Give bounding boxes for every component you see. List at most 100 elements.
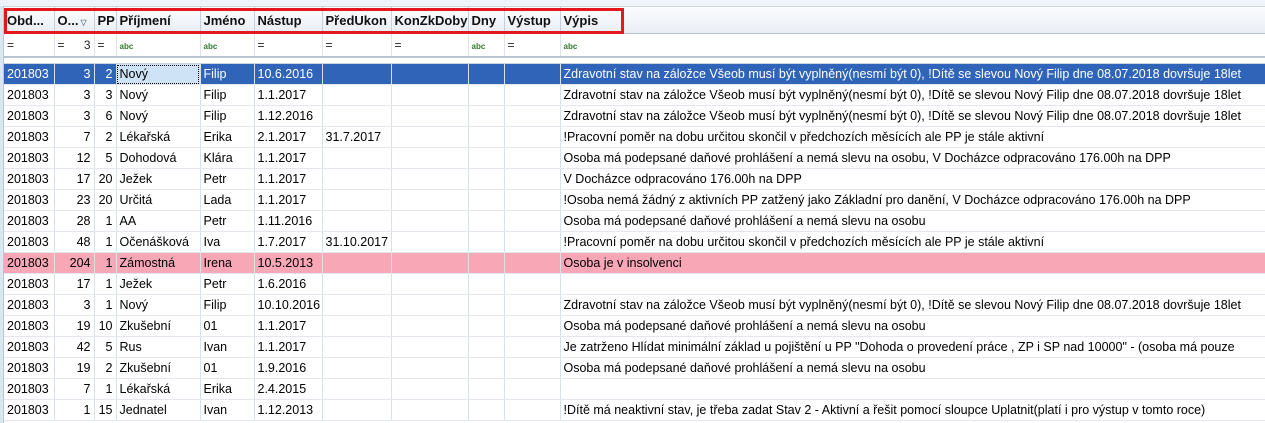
col-header-pp[interactable]: PP bbox=[94, 7, 117, 34]
col-header-nastup[interactable]: Nástup bbox=[254, 7, 323, 34]
cell-jmeno[interactable]: Petr bbox=[200, 168, 255, 190]
cell-osobni-cislo[interactable]: 48 bbox=[54, 231, 95, 253]
cell-osobni-cislo[interactable]: 7 bbox=[54, 126, 95, 148]
cell-dny[interactable] bbox=[468, 399, 505, 421]
table-row[interactable]: 201803 23 20 Určitá Lada 1.1.2017 !Osoba nemá … bbox=[4, 189, 1265, 211]
cell-predukon[interactable] bbox=[322, 336, 392, 358]
cell-pp[interactable]: 1 bbox=[94, 294, 117, 316]
cell-predukon[interactable] bbox=[322, 168, 392, 190]
cell-pp[interactable]: 1 bbox=[94, 252, 117, 274]
cell-osobni-cislo[interactable]: 3 bbox=[54, 84, 95, 106]
cell-konzkdoby[interactable] bbox=[391, 147, 469, 169]
cell-predukon[interactable] bbox=[322, 315, 392, 337]
cell-prijmeni[interactable]: Nový bbox=[116, 63, 201, 85]
cell-pp[interactable]: 10 bbox=[94, 315, 117, 337]
cell-obdobi[interactable]: 201803 bbox=[4, 336, 55, 358]
table-row[interactable]: 201803 19 10 Zkušební 01 1.1.2017 Osoba má pod… bbox=[4, 315, 1265, 337]
cell-nastup[interactable]: 1.7.2017 bbox=[254, 231, 323, 253]
cell-pp[interactable]: 2 bbox=[94, 126, 117, 148]
col-header-osobni-cislo[interactable]: O... ▽ bbox=[54, 7, 95, 34]
cell-jmeno[interactable]: Filip bbox=[200, 294, 255, 316]
table-row[interactable]: 201803 28 1 AA Petr 1.11.2016 Osoba má podepsa… bbox=[4, 210, 1265, 232]
cell-vypis[interactable] bbox=[560, 378, 1265, 400]
cell-obdobi[interactable]: 201803 bbox=[4, 252, 55, 274]
cell-obdobi[interactable]: 201803 bbox=[4, 294, 55, 316]
cell-prijmeni[interactable]: Rus bbox=[116, 336, 201, 358]
cell-dny[interactable] bbox=[468, 252, 505, 274]
cell-pp[interactable]: 15 bbox=[94, 399, 117, 421]
cell-konzkdoby[interactable] bbox=[391, 231, 469, 253]
cell-obdobi[interactable]: 201803 bbox=[4, 63, 55, 85]
cell-jmeno[interactable]: Petr bbox=[200, 273, 255, 295]
cell-vystup[interactable] bbox=[504, 336, 561, 358]
cell-konzkdoby[interactable] bbox=[391, 336, 469, 358]
cell-vystup[interactable] bbox=[504, 378, 561, 400]
cell-predukon[interactable] bbox=[322, 357, 392, 379]
cell-jmeno[interactable]: Ivan bbox=[200, 399, 255, 421]
cell-pp[interactable]: 2 bbox=[94, 63, 117, 85]
cell-osobni-cislo[interactable]: 42 bbox=[54, 336, 95, 358]
cell-dny[interactable] bbox=[468, 231, 505, 253]
cell-prijmeni[interactable]: Určitá bbox=[116, 189, 201, 211]
cell-predukon[interactable] bbox=[322, 147, 392, 169]
cell-pp[interactable]: 20 bbox=[94, 189, 117, 211]
cell-osobni-cislo[interactable]: 17 bbox=[54, 168, 95, 190]
cell-konzkdoby[interactable] bbox=[391, 126, 469, 148]
cell-vypis[interactable]: !Osoba nemá žádný z aktivních PP zatžený… bbox=[560, 189, 1265, 211]
cell-vystup[interactable] bbox=[504, 315, 561, 337]
cell-obdobi[interactable]: 201803 bbox=[4, 126, 55, 148]
cell-nastup[interactable]: 1.1.2017 bbox=[254, 147, 323, 169]
cell-vypis[interactable]: Osoba má podepsané daňové prohlášení a n… bbox=[560, 147, 1265, 169]
cell-osobni-cislo[interactable]: 7 bbox=[54, 378, 95, 400]
cell-konzkdoby[interactable] bbox=[391, 315, 469, 337]
cell-nastup[interactable]: 1.1.2017 bbox=[254, 315, 323, 337]
cell-vypis[interactable]: !Pracovní poměr na dobu určitou skončil … bbox=[560, 231, 1265, 253]
cell-nastup[interactable]: 10.6.2016 bbox=[254, 63, 323, 85]
cell-predukon[interactable] bbox=[322, 63, 392, 85]
cell-nastup[interactable]: 1.6.2016 bbox=[254, 273, 323, 295]
cell-prijmeni[interactable]: Ježek bbox=[116, 273, 201, 295]
cell-obdobi[interactable]: 201803 bbox=[4, 168, 55, 190]
cell-predukon[interactable]: 31.10.2017 bbox=[322, 231, 392, 253]
cell-obdobi[interactable]: 201803 bbox=[4, 399, 55, 421]
cell-pp[interactable]: 3 bbox=[94, 84, 117, 106]
cell-vypis[interactable]: Zdravotní stav na záložce Všeob musí být… bbox=[560, 294, 1265, 316]
table-row[interactable]: 201803 3 3 Nový Filip 1.1.2017 Zdravotní stav … bbox=[4, 84, 1265, 106]
cell-vypis[interactable]: Zdravotní stav na záložce Všeob musí být… bbox=[560, 63, 1265, 85]
cell-jmeno[interactable]: Lada bbox=[200, 189, 255, 211]
filter-cell[interactable]: = 3 bbox=[54, 33, 95, 58]
cell-konzkdoby[interactable] bbox=[391, 252, 469, 274]
filter-cell[interactable]: abc bbox=[468, 33, 505, 58]
cell-osobni-cislo[interactable]: 3 bbox=[54, 294, 95, 316]
filter-cell[interactable]: abc bbox=[200, 33, 255, 58]
cell-vystup[interactable] bbox=[504, 231, 561, 253]
cell-nastup[interactable]: 1.11.2016 bbox=[254, 210, 323, 232]
table-row[interactable]: 201803 17 1 Ježek Petr 1.6.2016 bbox=[4, 273, 1265, 295]
cell-nastup[interactable]: 1.12.2013 bbox=[254, 399, 323, 421]
cell-dny[interactable] bbox=[468, 84, 505, 106]
cell-jmeno[interactable]: Filip bbox=[200, 63, 255, 85]
filter-cell[interactable]: = bbox=[254, 33, 323, 58]
cell-vypis[interactable]: V Docházce odpracováno 176.00h na DPP bbox=[560, 168, 1265, 190]
cell-vypis[interactable]: !Pracovní poměr na dobu určitou skončil … bbox=[560, 126, 1265, 148]
cell-predukon[interactable] bbox=[322, 273, 392, 295]
table-row[interactable]: 201803 19 2 Zkušební 01 1.9.2016 Osoba má pode… bbox=[4, 357, 1265, 379]
cell-dny[interactable] bbox=[468, 357, 505, 379]
filter-cell[interactable]: = bbox=[504, 33, 561, 58]
cell-prijmeni[interactable]: Nový bbox=[116, 84, 201, 106]
cell-dny[interactable] bbox=[468, 105, 505, 127]
col-header-konzkdoby[interactable]: KonZkDoby bbox=[391, 7, 469, 34]
cell-nastup[interactable]: 1.1.2017 bbox=[254, 189, 323, 211]
cell-konzkdoby[interactable] bbox=[391, 294, 469, 316]
cell-nastup[interactable]: 1.12.2016 bbox=[254, 105, 323, 127]
cell-obdobi[interactable]: 201803 bbox=[4, 105, 55, 127]
cell-konzkdoby[interactable] bbox=[391, 168, 469, 190]
cell-konzkdoby[interactable] bbox=[391, 273, 469, 295]
col-header-obdobi[interactable]: Obd... bbox=[4, 7, 55, 34]
cell-nastup[interactable]: 10.10.2016 bbox=[254, 294, 323, 316]
cell-vystup[interactable] bbox=[504, 294, 561, 316]
table-row[interactable]: 201803 42 5 Rus Ivan 1.1.2017 Je zatrženo Hlíd… bbox=[4, 336, 1265, 358]
cell-predukon[interactable]: 31.7.2017 bbox=[322, 126, 392, 148]
cell-konzkdoby[interactable] bbox=[391, 189, 469, 211]
cell-jmeno[interactable]: Filip bbox=[200, 105, 255, 127]
